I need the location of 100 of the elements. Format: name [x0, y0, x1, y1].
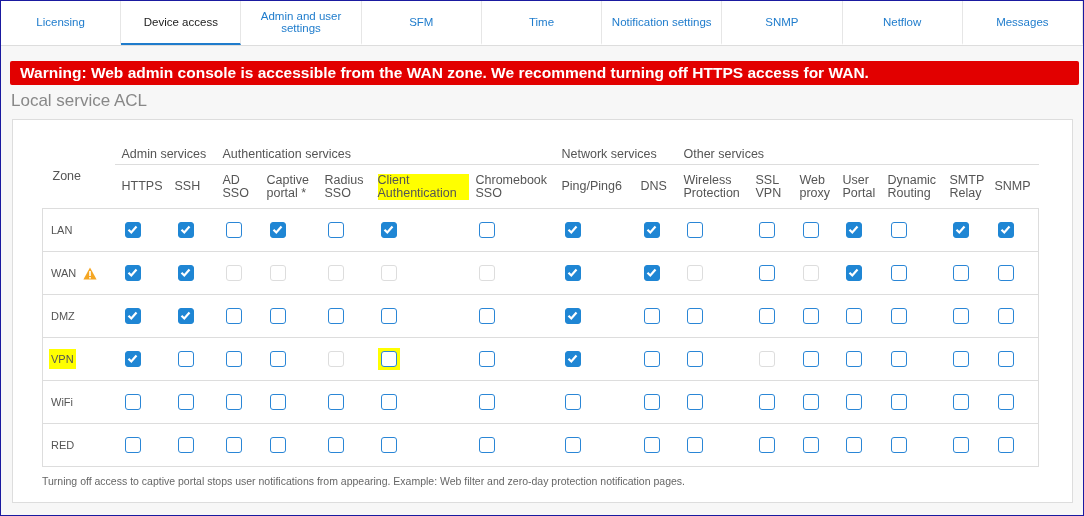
- checkbox[interactable]: [225, 222, 242, 238]
- checkbox[interactable]: [997, 351, 1014, 367]
- zone-label: RED: [50, 438, 76, 453]
- checkbox[interactable]: [890, 265, 907, 281]
- checkbox[interactable]: [124, 222, 141, 238]
- checkbox[interactable]: [564, 265, 581, 281]
- column-heading: DNS: [640, 180, 667, 193]
- checkbox[interactable]: [478, 222, 495, 238]
- column-heading: Zone: [52, 168, 81, 183]
- checkbox[interactable]: [269, 222, 286, 238]
- checkbox[interactable]: [890, 308, 907, 324]
- column-heading: HTTPS: [121, 180, 163, 193]
- checkbox[interactable]: [686, 351, 703, 367]
- checkbox[interactable]: [564, 222, 581, 238]
- checkbox[interactable]: [564, 308, 581, 324]
- checkbox[interactable]: [952, 222, 969, 238]
- checkbox[interactable]: [327, 394, 344, 410]
- checkbox[interactable]: [380, 222, 397, 238]
- checkbox[interactable]: [952, 351, 969, 367]
- checkbox[interactable]: [845, 222, 862, 238]
- checkbox[interactable]: [269, 308, 286, 324]
- zone-label: LAN: [50, 223, 74, 238]
- checkbox[interactable]: [124, 351, 141, 367]
- zone-label: VPN: [49, 349, 76, 369]
- checkbox[interactable]: [686, 222, 703, 238]
- checkbox[interactable]: [643, 351, 660, 367]
- column-heading: User Portal: [842, 173, 877, 200]
- column-heading: Web proxy: [799, 173, 832, 200]
- checkbox[interactable]: [845, 308, 862, 324]
- checkbox[interactable]: [758, 394, 775, 410]
- checkbox[interactable]: [997, 222, 1014, 238]
- checkbox[interactable]: [758, 308, 775, 324]
- checkbox[interactable]: [269, 437, 286, 453]
- checkbox[interactable]: [124, 308, 141, 324]
- checkbox[interactable]: [802, 351, 819, 367]
- checkbox[interactable]: [177, 351, 194, 367]
- checkbox[interactable]: [802, 222, 819, 238]
- column-heading: Chromebook SSO: [475, 173, 549, 200]
- checkbox[interactable]: [845, 265, 862, 281]
- checkbox[interactable]: [124, 437, 141, 453]
- checkbox[interactable]: [845, 437, 862, 453]
- checkbox[interactable]: [380, 394, 397, 410]
- checkbox[interactable]: [845, 351, 862, 367]
- checkbox[interactable]: [686, 308, 703, 324]
- checkbox[interactable]: [380, 308, 397, 324]
- checkbox[interactable]: [225, 437, 242, 453]
- checkbox[interactable]: [890, 351, 907, 367]
- checkbox[interactable]: [478, 437, 495, 453]
- checkbox[interactable]: [327, 308, 344, 324]
- checkbox[interactable]: [327, 222, 344, 238]
- checkbox[interactable]: [997, 308, 1014, 324]
- checkbox[interactable]: [890, 437, 907, 453]
- checkbox[interactable]: [225, 351, 242, 367]
- checkbox[interactable]: [177, 394, 194, 410]
- checkbox[interactable]: [564, 351, 581, 367]
- column-heading: AD SSO: [222, 173, 250, 200]
- checkbox[interactable]: [997, 437, 1014, 453]
- column-heading: SNMP: [994, 180, 1031, 193]
- checkbox[interactable]: [177, 437, 194, 453]
- checkbox[interactable]: [124, 394, 141, 410]
- checkbox[interactable]: [643, 265, 660, 281]
- checkbox[interactable]: [269, 394, 286, 410]
- checkbox[interactable]: [686, 437, 703, 453]
- checkbox[interactable]: [686, 394, 703, 410]
- checkbox[interactable]: [643, 437, 660, 453]
- checkbox[interactable]: [890, 222, 907, 238]
- checkbox[interactable]: [124, 265, 141, 281]
- checkbox[interactable]: [478, 308, 495, 324]
- checkbox[interactable]: [758, 265, 775, 281]
- checkbox[interactable]: [802, 308, 819, 324]
- checkbox[interactable]: [758, 222, 775, 238]
- checkbox[interactable]: [225, 394, 242, 410]
- checkbox[interactable]: [845, 394, 862, 410]
- checkbox[interactable]: [643, 222, 660, 238]
- checkbox[interactable]: [952, 437, 969, 453]
- checkbox[interactable]: [380, 437, 397, 453]
- checkbox[interactable]: [952, 265, 969, 281]
- checkbox[interactable]: [269, 351, 286, 367]
- checkbox[interactable]: [997, 394, 1014, 410]
- checkbox[interactable]: [327, 437, 344, 453]
- checkbox[interactable]: [177, 265, 194, 281]
- checkbox[interactable]: [177, 222, 194, 238]
- checkbox[interactable]: [564, 437, 581, 453]
- tab[interactable]: Device access: [121, 1, 242, 45]
- checkbox[interactable]: [177, 308, 194, 324]
- checkbox[interactable]: [802, 437, 819, 453]
- checkbox[interactable]: [478, 351, 495, 367]
- checkbox[interactable]: [643, 308, 660, 324]
- checkbox[interactable]: [643, 394, 660, 410]
- checkbox[interactable]: [890, 394, 907, 410]
- warning-banner: Warning: Web admin console is accessible from the WAN zone. We recommend turning off HTTPS access for WAN.: [10, 61, 1079, 85]
- checkbox[interactable]: [952, 394, 969, 410]
- checkbox[interactable]: [478, 394, 495, 410]
- checkbox[interactable]: [802, 394, 819, 410]
- checkbox[interactable]: [225, 308, 242, 324]
- checkbox[interactable]: [564, 394, 581, 410]
- group-heading: Other services: [683, 146, 765, 161]
- checkbox[interactable]: [952, 308, 969, 324]
- checkbox[interactable]: [997, 265, 1014, 281]
- checkbox[interactable]: [758, 437, 775, 453]
